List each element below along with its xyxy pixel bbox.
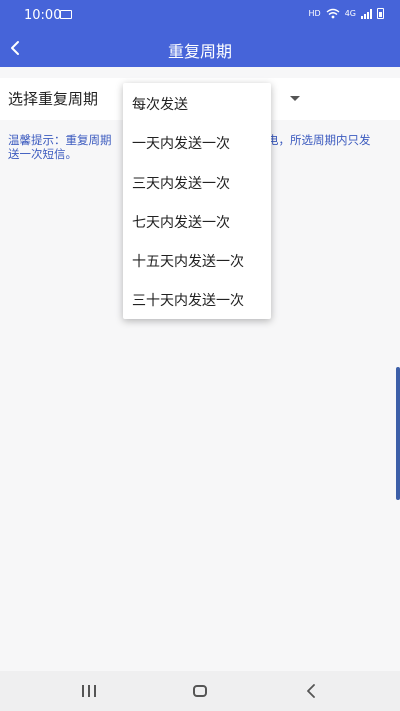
hint-text-end: 电，所选周期内只发 <box>267 133 371 147</box>
wifi-icon <box>326 8 340 19</box>
menu-item-once-per-7-days[interactable]: 七天内发送一次 <box>132 212 230 232</box>
menu-item-once-per-3-days[interactable]: 三天内发送一次 <box>132 173 230 193</box>
dropdown-arrow-icon <box>290 96 300 101</box>
hint-text-line2: 送一次短信。 <box>8 147 77 161</box>
system-nav-bar <box>0 671 400 711</box>
hint-text-start: 温馨提示：重复周期 <box>8 133 112 147</box>
menu-item-once-per-30-days[interactable]: 三十天内发送一次 <box>132 290 244 310</box>
status-bar: 10:00 HD 4G <box>0 0 400 30</box>
status-time: 10:00 <box>24 8 62 23</box>
page-title: 重复周期 <box>167 42 232 61</box>
scrollbar-thumb[interactable] <box>396 367 400 500</box>
signal-icon <box>361 8 372 19</box>
hd-indicator: HD <box>308 9 321 18</box>
menu-item-every-time[interactable]: 每次发送 <box>132 94 188 114</box>
select-label: 选择重复周期 <box>8 90 99 108</box>
menu-item-once-per-day[interactable]: 一天内发送一次 <box>132 133 230 153</box>
recents-button[interactable] <box>82 685 96 697</box>
nav-back-button[interactable] <box>306 684 316 698</box>
network-type: 4G <box>344 9 356 18</box>
battery-icon <box>377 8 384 19</box>
status-icons: HD 4G <box>309 8 384 19</box>
home-button[interactable] <box>193 685 207 697</box>
image-notification-icon <box>60 10 72 19</box>
app-bar: 重复周期 <box>0 30 400 67</box>
menu-item-once-per-15-days[interactable]: 十五天内发送一次 <box>132 251 244 271</box>
repeat-period-dropdown-menu: 每次发送 一天内发送一次 三天内发送一次 七天内发送一次 十五天内发送一次 三十… <box>123 83 271 319</box>
